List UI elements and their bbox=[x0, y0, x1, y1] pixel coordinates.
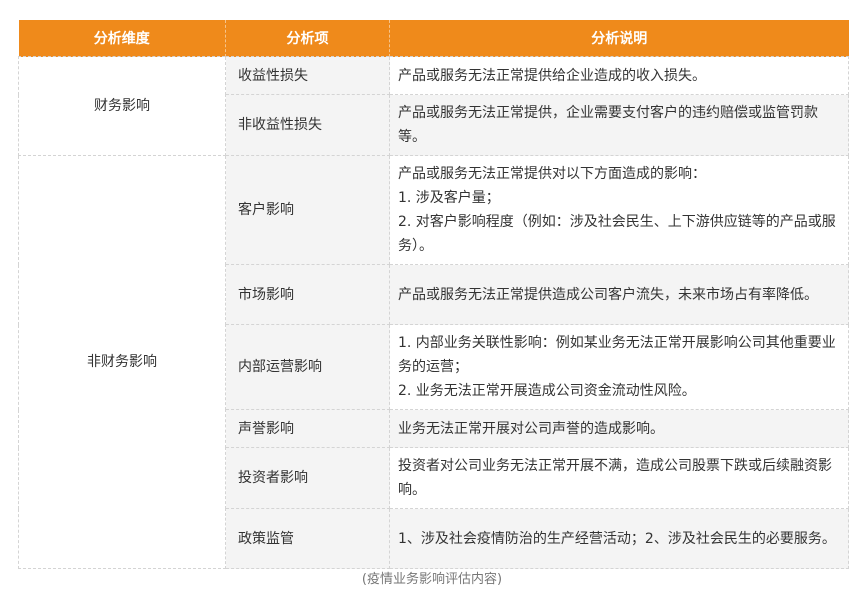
header-dimension: 分析维度 bbox=[18, 20, 226, 57]
description-cell: 产品或服务无法正常提供，企业需要支付客户的违约赔偿或监管罚款等。 bbox=[389, 94, 849, 156]
description-line: 产品或服务无法正常提供，企业需要支付客户的违约赔偿或监管罚款等。 bbox=[398, 105, 818, 145]
description-line: 投资者对公司业务无法正常开展不满，造成公司股票下跌或后续融资影响。 bbox=[398, 458, 832, 498]
item-cell: 市场影响 bbox=[225, 264, 390, 325]
description-cell: 1. 内部业务关联性影响：例如某业务无法正常开展影响公司其他重要业务的运营； 2… bbox=[389, 324, 849, 410]
description-line: 1、涉及社会疫情防治的生产经营活动；2、涉及社会民生的必要服务。 bbox=[398, 530, 836, 547]
header-item: 分析项 bbox=[225, 20, 390, 57]
item-cell: 投资者影响 bbox=[225, 447, 390, 509]
header-description: 分析说明 bbox=[389, 20, 849, 57]
table-row: 财务影响 收益性损失 产品或服务无法正常提供给企业造成的收入损失。 bbox=[18, 56, 849, 156]
item-cell: 非收益性损失 bbox=[225, 94, 390, 156]
description-line: 2. 对客户影响程度（例如：涉及社会民生、上下游供应链等的产品或服务）。 bbox=[398, 214, 836, 254]
description-line: 1. 内部业务关联性影响：例如某业务无法正常开展影响公司其他重要业务的运营； bbox=[398, 335, 836, 375]
description-line: 1. 涉及客户量； bbox=[398, 190, 500, 206]
impact-assessment-table: 分析维度 分析项 分析说明 财务影响 收益性损失 产品或服务无法正常提供给企业造… bbox=[18, 20, 849, 569]
item-cell: 声誉影响 bbox=[225, 409, 390, 448]
dimension-cell-nonfinancial: 非财务影响 bbox=[18, 155, 226, 569]
description-cell: 产品或服务无法正常提供对以下方面造成的影响： 1. 涉及客户量； 2. 对客户影… bbox=[389, 155, 849, 265]
item-cell: 客户影响 bbox=[225, 155, 390, 265]
impact-table-wrapper: 分析维度 分析项 分析说明 财务影响 收益性损失 产品或服务无法正常提供给企业造… bbox=[18, 20, 849, 569]
item-cell: 收益性损失 bbox=[225, 56, 390, 95]
description-cell: 产品或服务无法正常提供给企业造成的收入损失。 bbox=[389, 56, 849, 95]
description-cell: 1、涉及社会疫情防治的生产经营活动；2、涉及社会民生的必要服务。 bbox=[389, 508, 849, 569]
description-line: 业务无法正常开展对公司声誉的造成影响。 bbox=[398, 420, 664, 437]
description-line: 产品或服务无法正常提供造成公司客户流失，未来市场占有率降低。 bbox=[398, 286, 818, 303]
dimension-cell-financial: 财务影响 bbox=[18, 56, 226, 156]
table-row: 非财务影响 客户影响 产品或服务无法正常提供对以下方面造成的影响： 1. 涉及客… bbox=[18, 155, 849, 569]
description-line: 产品或服务无法正常提供给企业造成的收入损失。 bbox=[398, 67, 706, 84]
description-line: 产品或服务无法正常提供对以下方面造成的影响： bbox=[398, 166, 706, 182]
table-caption: (疫情业务影响评估内容) bbox=[361, 572, 503, 587]
table-header-row: 分析维度 分析项 分析说明 bbox=[18, 20, 849, 57]
description-cell: 产品或服务无法正常提供造成公司客户流失，未来市场占有率降低。 bbox=[389, 264, 849, 325]
description-line: 2. 业务无法正常开展造成公司资金流动性风险。 bbox=[398, 383, 696, 399]
description-cell: 投资者对公司业务无法正常开展不满，造成公司股票下跌或后续融资影响。 bbox=[389, 447, 849, 509]
item-cell: 政策监管 bbox=[225, 508, 390, 569]
description-cell: 业务无法正常开展对公司声誉的造成影响。 bbox=[389, 409, 849, 448]
item-cell: 内部运营影响 bbox=[225, 324, 390, 410]
